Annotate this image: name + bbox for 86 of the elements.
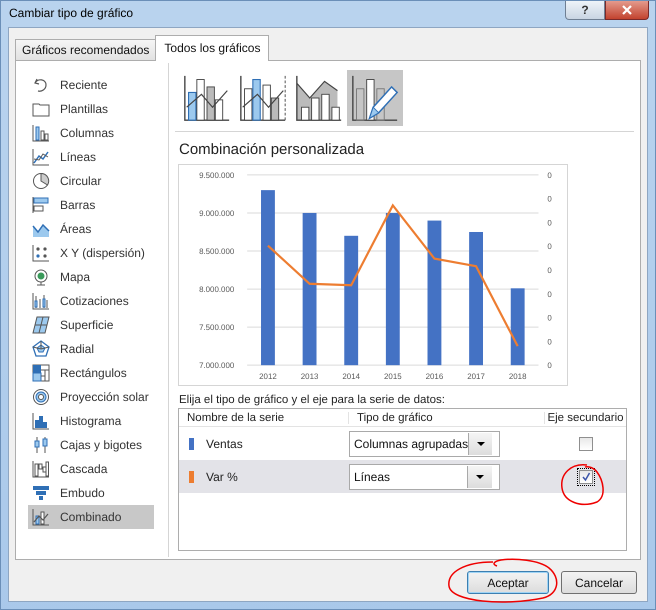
pie-chart-icon (32, 172, 50, 190)
axis-label: 9.000.000 (199, 208, 234, 218)
axis-label: 0 (547, 194, 552, 204)
chart-type-item[interactable]: Reciente (28, 73, 154, 97)
treemap-icon (32, 364, 50, 382)
help-button[interactable]: ? (565, 1, 605, 20)
axis-label: 2016 (426, 372, 444, 382)
tab[interactable]: Gráficos recomendados (15, 39, 156, 60)
dropdown-arrow-icon (476, 442, 485, 446)
axis-label: 2012 (259, 372, 277, 382)
axis-label: 2015 (384, 372, 402, 382)
axis-label: 0 (547, 314, 552, 323)
series-row[interactable]: Ventas Columnas agrupadas (179, 427, 626, 460)
dropdown-arrow-icon (476, 474, 484, 478)
waterfall-chart-icon (32, 460, 50, 478)
chart-type-item[interactable]: Cotizaciones (28, 289, 154, 313)
series-name: Ventas (206, 436, 243, 450)
box-plot-icon (32, 436, 50, 454)
column-line-chart-icon (183, 74, 231, 122)
axis-label: 0 (547, 242, 552, 252)
chart-type-item[interactable]: Áreas (28, 217, 154, 241)
chart-type-item[interactable]: Histograma (28, 409, 154, 433)
cancel-button[interactable]: Cancelar (561, 571, 637, 594)
surface-chart-icon (32, 316, 50, 334)
column-header: Eje secundario (546, 412, 625, 424)
axis-label: 2013 (300, 372, 318, 382)
axis-label: 9.500.000 (199, 170, 234, 180)
chart-type-item[interactable]: Proyección solar (28, 385, 154, 409)
histogram-icon (32, 412, 50, 430)
axis-label: 0 (547, 266, 552, 276)
globe-icon (32, 268, 50, 286)
scatter-chart-icon (32, 244, 50, 262)
pencil-chart-icon (351, 74, 399, 122)
ok-button[interactable]: Aceptar (467, 571, 549, 594)
area-column-chart-icon (295, 74, 343, 122)
checkbox[interactable] (578, 436, 592, 450)
line-chart-icon (32, 148, 50, 166)
axis-label: 0 (547, 337, 552, 346)
combo-chart-icon (32, 508, 50, 526)
series-name: Var % (206, 470, 238, 484)
axis-label: 0 (547, 218, 552, 228)
chart-type-item[interactable]: Líneas (28, 145, 154, 169)
radar-chart-icon (32, 340, 50, 358)
chart-type-item[interactable]: Radial (28, 337, 154, 361)
chart-type-item[interactable]: Embudo (28, 481, 154, 505)
chart-type-item[interactable]: Plantillas (28, 97, 154, 121)
sunburst-icon (32, 388, 50, 406)
axis-label: 7.000.000 (199, 361, 234, 370)
chart-type-dropdown[interactable]: Líneas (349, 464, 500, 490)
window-title: Cambiar tipo de gráfico (9, 6, 134, 20)
chart-subtype-option[interactable] (347, 70, 403, 126)
funnel-icon (32, 484, 50, 502)
chart-type-item[interactable]: Rectángulos (28, 361, 154, 385)
chart-type-item[interactable]: Cascada (28, 457, 154, 481)
chart-type-item[interactable]: Columnas (28, 121, 154, 145)
bar-chart-icon (32, 196, 50, 214)
check-icon (580, 472, 590, 482)
series-row[interactable]: Var % Líneas (179, 460, 626, 493)
chart-type-item[interactable]: Barras (28, 193, 154, 217)
axis-label: 0 (547, 361, 552, 370)
axis-label: 0 (547, 290, 552, 299)
chart-type-dropdown[interactable]: Columnas agrupadas (349, 430, 500, 456)
chart-type-item[interactable]: Circular (28, 169, 154, 193)
column-chart-icon (32, 124, 50, 142)
section-heading: Combinación personalizada (179, 141, 366, 158)
chart-type-item[interactable]: X Y (dispersión) (28, 241, 154, 265)
chart-type-item[interactable]: Cajas y bigotes (28, 433, 154, 457)
chart-type-item[interactable]: Combinado (28, 505, 154, 529)
column-line-chart-icon (239, 74, 287, 122)
column-header: Tipo de gráfico (349, 412, 545, 424)
axis-label: 8.500.000 (199, 247, 234, 256)
axis-label: 7.500.000 (199, 323, 234, 332)
close-button[interactable] (605, 1, 649, 20)
axis-label: 8.000.000 (199, 285, 234, 294)
axis-label: 0 (547, 170, 552, 180)
chart-type-item[interactable]: Superficie (28, 313, 154, 337)
axis-label: 2014 (342, 372, 360, 382)
chart-type-item[interactable]: Mapa (28, 265, 154, 289)
column-header: Nombre de la serie (179, 412, 349, 424)
instruction-text: Elija el tipo de gráfico y el eje para la serie de datos: (179, 394, 446, 406)
checkbox[interactable] (578, 470, 592, 484)
close-icon (621, 5, 633, 15)
axis-label: 2017 (467, 372, 485, 382)
stock-chart-icon (32, 292, 50, 310)
axis-label: 2018 (508, 372, 526, 382)
tab[interactable]: Todos los gráficos (155, 35, 270, 61)
